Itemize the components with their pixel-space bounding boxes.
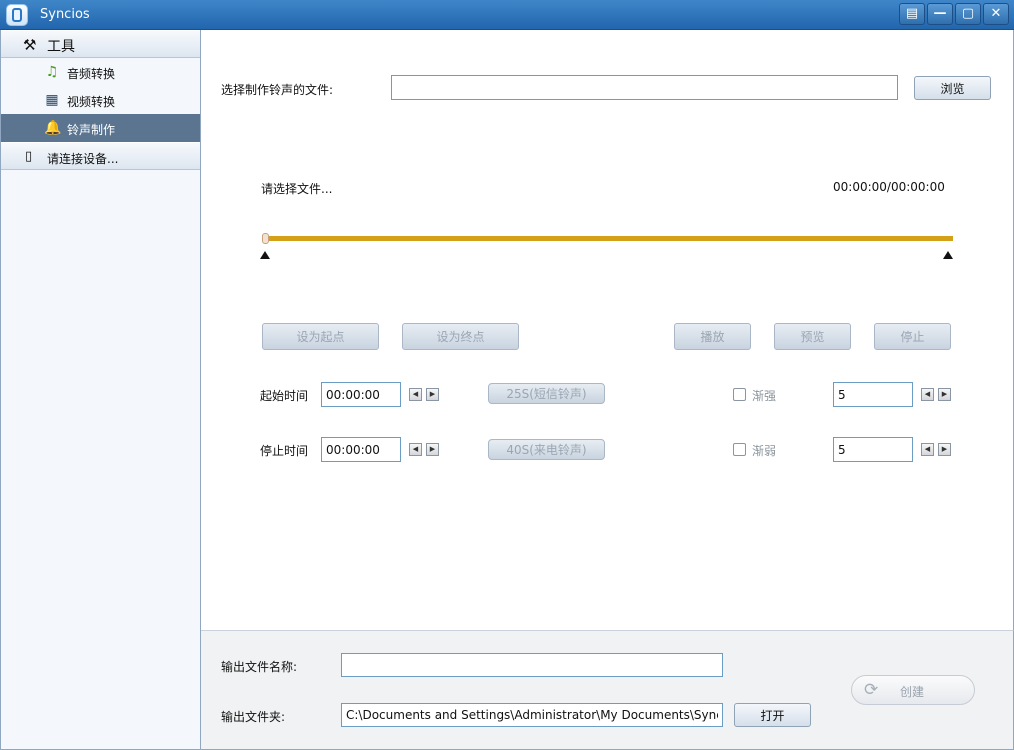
start-time-decrease-button[interactable]: ◀ bbox=[409, 388, 422, 401]
maximize-button[interactable]: ▢ bbox=[955, 3, 981, 25]
stop-time-input[interactable] bbox=[321, 437, 401, 462]
phone-icon: ▯ bbox=[25, 149, 33, 164]
fade-in-decrease-button[interactable]: ◀ bbox=[921, 388, 934, 401]
create-button[interactable]: ⟳ 创建 bbox=[851, 675, 975, 705]
set-start-button[interactable]: 设为起点 bbox=[262, 323, 379, 350]
fade-out-decrease-button[interactable]: ◀ bbox=[921, 443, 934, 456]
set-end-button[interactable]: 设为终点 bbox=[402, 323, 519, 350]
preview-button[interactable]: 预览 bbox=[774, 323, 851, 350]
stop-time-decrease-button[interactable]: ◀ bbox=[409, 443, 422, 456]
sidebar-group-label: 请连接设备... bbox=[47, 152, 119, 166]
fade-out-checkbox[interactable] bbox=[733, 443, 746, 456]
fade-out-label: 渐弱 bbox=[752, 444, 777, 458]
tools-icon: ⚒ bbox=[23, 36, 37, 54]
browse-button[interactable]: 浏览 bbox=[914, 76, 991, 100]
preset-call-button[interactable]: 40S(来电铃声) bbox=[488, 439, 605, 460]
minimize-button[interactable]: — bbox=[927, 3, 953, 25]
select-file-label: 选择制作铃声的文件: bbox=[221, 83, 334, 97]
play-button[interactable]: 播放 bbox=[674, 323, 751, 350]
start-time-increase-button[interactable]: ▶ bbox=[426, 388, 439, 401]
sidebar-item-label: 铃声制作 bbox=[67, 123, 116, 137]
fade-in-label: 渐强 bbox=[752, 389, 777, 403]
bell-icon: 🔔 bbox=[44, 120, 62, 136]
output-folder-label: 输出文件夹: bbox=[221, 710, 286, 724]
sidebar-group-label: 工具 bbox=[47, 39, 75, 55]
sidebar-group-tools[interactable]: ⚒ 工具 bbox=[1, 30, 200, 58]
stop-time-increase-button[interactable]: ▶ bbox=[426, 443, 439, 456]
fade-out-input[interactable] bbox=[833, 437, 913, 462]
start-marker[interactable] bbox=[260, 251, 270, 259]
window-title: Syncios bbox=[40, 7, 90, 22]
output-folder-input[interactable] bbox=[341, 703, 723, 727]
title-bar: Syncios ▤ — ▢ ✕ bbox=[0, 0, 1014, 30]
ringtone-maker-panel: 选择制作铃声的文件: 浏览 请选择文件... 00:00:00/00:00:00… bbox=[201, 30, 1014, 630]
stop-time-label: 停止时间 bbox=[260, 444, 309, 458]
output-name-input[interactable] bbox=[341, 653, 723, 677]
syncios-logo-icon bbox=[6, 4, 28, 26]
fade-in-checkbox[interactable] bbox=[733, 388, 746, 401]
preset-sms-button[interactable]: 25S(短信铃声) bbox=[488, 383, 605, 404]
fade-out-increase-button[interactable]: ▶ bbox=[938, 443, 951, 456]
output-name-label: 输出文件名称: bbox=[221, 660, 298, 674]
end-marker[interactable] bbox=[943, 251, 953, 259]
time-display: 00:00:00/00:00:00 bbox=[833, 180, 945, 194]
status-text: 请选择文件... bbox=[261, 182, 333, 196]
sidebar-item-video-convert[interactable]: ▦ 视频转换 bbox=[1, 86, 200, 114]
sidebar: ⚒ 工具 ♫ 音频转换 ▦ 视频转换 🔔 铃声制作 ▯ 请连接设备... bbox=[0, 30, 201, 750]
refresh-icon: ⟳ bbox=[864, 680, 879, 700]
timeline-track[interactable] bbox=[265, 236, 953, 241]
output-footer: 输出文件名称: 输出文件夹: 打开 ⟳ 创建 bbox=[201, 630, 1014, 750]
sidebar-item-label: 视频转换 bbox=[67, 95, 116, 109]
start-time-label: 起始时间 bbox=[260, 389, 309, 403]
fade-in-input[interactable] bbox=[833, 382, 913, 407]
stop-button[interactable]: 停止 bbox=[874, 323, 951, 350]
create-button-label: 创建 bbox=[900, 685, 925, 699]
sidebar-item-label: 音频转换 bbox=[67, 67, 116, 81]
sidebar-item-audio-convert[interactable]: ♫ 音频转换 bbox=[1, 58, 200, 86]
fade-in-increase-button[interactable]: ▶ bbox=[938, 388, 951, 401]
start-time-input[interactable] bbox=[321, 382, 401, 407]
film-icon: ▦ bbox=[45, 92, 59, 108]
timeline-playhead[interactable] bbox=[262, 233, 269, 244]
sidebar-item-ringtone-maker[interactable]: 🔔 铃声制作 bbox=[1, 114, 200, 142]
select-file-input[interactable] bbox=[391, 75, 898, 100]
menu-button[interactable]: ▤ bbox=[899, 3, 925, 25]
music-note-icon: ♫ bbox=[45, 64, 59, 80]
sidebar-group-device[interactable]: ▯ 请连接设备... bbox=[1, 142, 200, 170]
close-button[interactable]: ✕ bbox=[983, 3, 1009, 25]
open-folder-button[interactable]: 打开 bbox=[734, 703, 811, 727]
